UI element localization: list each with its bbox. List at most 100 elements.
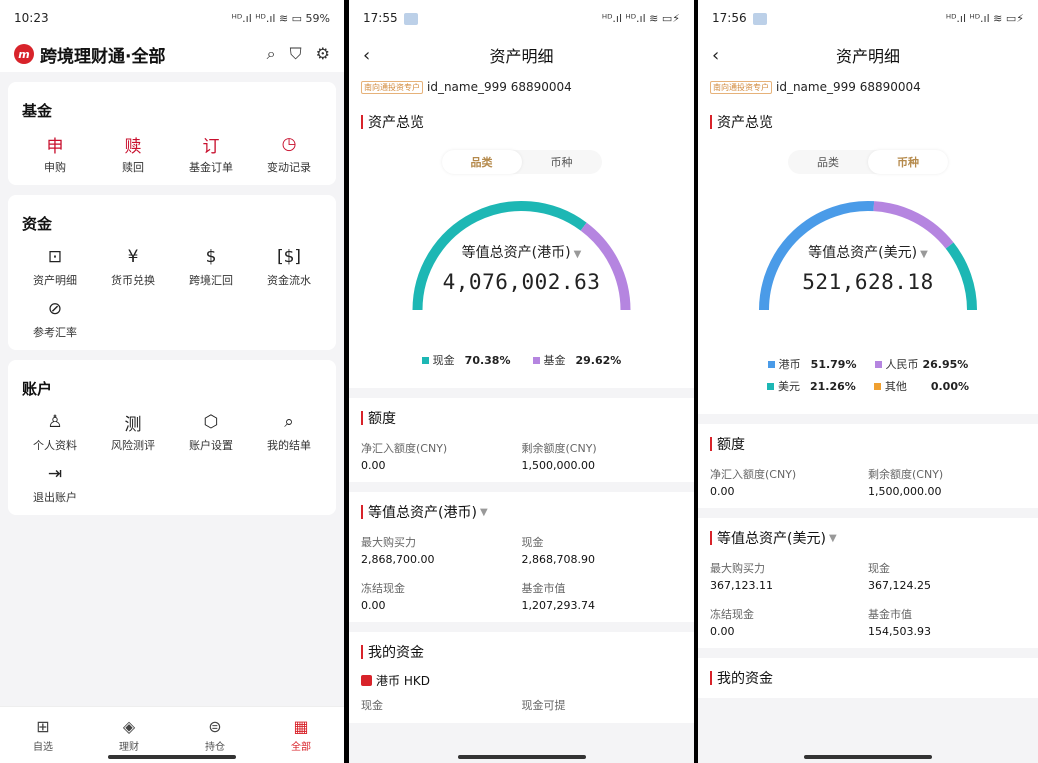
shirt-icon[interactable]: ⛉ xyxy=(290,44,302,64)
fund-subscribe-button[interactable]: 申申购 xyxy=(16,133,94,175)
logout-label: 退出账户 xyxy=(33,491,77,504)
currency-exchange-label: 货币兑换 xyxy=(111,274,155,287)
cross-border-remit-button[interactable]: $ 跨境汇回 xyxy=(172,246,250,288)
tab-watchlist-label: 自选 xyxy=(33,742,53,753)
quota-key: 剩余额度(CNY) xyxy=(521,442,597,455)
equiv-value: 367,124.25 xyxy=(868,579,931,592)
legend-pct: 70.38% xyxy=(464,353,511,367)
settings-hex-icon: ⬡ xyxy=(203,412,219,432)
equiv-value: 367,123.11 xyxy=(710,579,773,592)
statement-search-icon: ⌕ xyxy=(284,412,294,432)
asset-detail-label: 资产明细 xyxy=(33,274,77,287)
caret-down-icon: ▼ xyxy=(920,249,928,260)
tab-wealth-label: 理财 xyxy=(119,742,139,753)
logout-button[interactable]: ⇥ 退出账户 xyxy=(16,463,94,505)
reference-rate-button[interactable]: ⊘ 参考汇率 xyxy=(16,298,94,340)
withdrawable-key: 现金可提 xyxy=(521,699,566,712)
wealth-icon: ◈ xyxy=(122,717,136,736)
fund-orders-button[interactable]: 订基金订单 xyxy=(172,133,250,175)
gallery-icon xyxy=(752,12,767,25)
toggle-category[interactable]: 品类 xyxy=(441,150,522,174)
gauge-label[interactable]: 等值总资产(美元) ▼ xyxy=(710,242,1026,262)
quota-value: 1,500,000.00 xyxy=(868,485,942,498)
section-title: 资产总览 xyxy=(710,112,1026,132)
quota-key: 净汇入额度(CNY) xyxy=(710,468,797,481)
tab-all[interactable]: ▦ 全部 xyxy=(258,707,344,763)
section-title[interactable]: 等值总资产(美元) ▼ xyxy=(710,528,1026,548)
equiv-value: 154,503.93 xyxy=(868,625,931,638)
status-icons: ᴴᴰ.ıl ᴴᴰ.ıl ≋ ▭⚡ xyxy=(601,11,680,25)
account-type-badge: 南向通投资专户 xyxy=(710,80,772,94)
status-bar: 10:23 ᴴᴰ.ıl ᴴᴰ.ıl ≋ ▭ 59% xyxy=(0,0,344,36)
back-icon[interactable]: ‹ xyxy=(712,45,719,66)
legend-name: 现金 xyxy=(432,354,455,367)
gauge-label-text: 等值总资产(港币) xyxy=(461,245,571,261)
equiv-title-text: 等值总资产(美元) xyxy=(717,531,826,547)
toggle-category[interactable]: 品类 xyxy=(788,150,868,174)
account-type-badge: 南向通投资专户 xyxy=(361,80,423,94)
quota-item: 净汇入额度(CNY) 0.00 xyxy=(710,466,868,498)
yuan-exchange-icon: ¥ xyxy=(127,247,139,267)
account-id: id_name_999 68890004 xyxy=(427,80,572,94)
legend-pct: 26.95% xyxy=(922,357,969,371)
asset-detail-button[interactable]: ⊡ 资产明细 xyxy=(16,246,94,288)
gallery-icon xyxy=(403,12,418,25)
fund-history-button[interactable]: ◷ 变动记录 xyxy=(250,133,328,175)
toggle-currency[interactable]: 币种 xyxy=(522,150,602,174)
fund-redeem-button[interactable]: 赎赎回 xyxy=(94,133,172,175)
legend-row-2: 美元 21.26% 其他 0.00% xyxy=(710,378,1026,394)
equiv-key: 冻结现金 xyxy=(361,582,405,595)
view-toggle: 品类 币种 xyxy=(441,150,602,174)
equiv-item: 冻结现金 0.00 xyxy=(361,580,522,612)
account-line: 南向通投资专户 id_name_999 68890004 xyxy=(349,74,694,102)
back-icon[interactable]: ‹ xyxy=(363,45,370,66)
status-bar: 17:56 ᴴᴰ.ıl ᴴᴰ.ıl ≋ ▭⚡ xyxy=(698,0,1038,36)
gauge-segment-1 xyxy=(873,201,954,249)
currency-exchange-button[interactable]: ¥ 货币兑换 xyxy=(94,246,172,288)
tab-watchlist[interactable]: ⊞ 自选 xyxy=(0,707,86,763)
cash-flow-button[interactable]: [$] 资金流水 xyxy=(250,246,328,288)
equiv-key: 基金市值 xyxy=(521,582,566,595)
risk-icon: 测 xyxy=(124,414,142,435)
status-bar: 17:55 ᴴᴰ.ıl ᴴᴰ.ıl ≋ ▭⚡ xyxy=(349,0,694,36)
nav-bar: ‹ 资产明细 xyxy=(349,36,694,74)
my-statements-label: 我的结单 xyxy=(267,439,311,452)
quota-value: 1,500,000.00 xyxy=(521,459,595,472)
legend-swatch xyxy=(421,356,429,364)
equiv-item: 基金市值 1,207,293.74 xyxy=(522,580,683,612)
status-time-text: 17:55 xyxy=(363,11,398,25)
equiv-value: 0.00 xyxy=(710,625,735,638)
account-id: id_name_999 68890004 xyxy=(776,80,921,94)
gauge-label[interactable]: 等值总资产(港币) ▼ xyxy=(361,242,682,262)
quota-section: 额度 净汇入额度(CNY) 0.00 剩余额度(CNY) 1,500,000.00 xyxy=(349,398,694,482)
section-title: 资产总览 xyxy=(361,112,682,132)
risk-assessment-button[interactable]: 测风险测评 xyxy=(94,411,172,453)
status-time: 17:55 xyxy=(363,11,418,25)
section-title[interactable]: 等值总资产(港币) ▼ xyxy=(361,502,682,522)
asset-overview-section: 资产总览 品类 币种 等值总资产(美元) ▼ 521,628.18 港币 51.79… xyxy=(698,102,1038,414)
equiv-key: 最大购买力 xyxy=(361,536,416,549)
legend-swatch xyxy=(767,382,774,390)
search-icon[interactable]: ⌕ xyxy=(267,44,276,64)
account-settings-button[interactable]: ⬡ 账户设置 xyxy=(172,411,250,453)
legend-name: 美元 xyxy=(778,380,800,393)
phone-home-menu: 10:23 ᴴᴰ.ıl ᴴᴰ.ıl ≋ ▭ 59% m 跨境理财通·全部 ⌕ ⛉… xyxy=(0,0,344,763)
statement-dollar-icon: [$] xyxy=(276,247,302,267)
equiv-value: 0.00 xyxy=(361,599,386,612)
my-statements-button[interactable]: ⌕ 我的结单 xyxy=(250,411,328,453)
profile-button[interactable]: ♙ 个人资料 xyxy=(16,411,94,453)
toggle-currency[interactable]: 币种 xyxy=(868,150,948,174)
quota-item: 剩余额度(CNY) 1,500,000.00 xyxy=(522,440,683,472)
settings-icon[interactable]: ⚙ xyxy=(316,44,330,64)
cash-flow-label: 资金流水 xyxy=(267,274,311,287)
quota-item: 剩余额度(CNY) 1,500,000.00 xyxy=(868,466,1026,498)
legend-name: 人民币 xyxy=(885,358,919,371)
cash-card: 资金 ⊡ 资产明细 ¥ 货币兑换 $ 跨境汇回 [$] 资金流水 ⊘ 参考汇率 xyxy=(8,195,336,350)
legend-swatch xyxy=(532,356,540,364)
order-icon: 订 xyxy=(202,136,220,157)
quota-section: 额度 净汇入额度(CNY) 0.00 剩余额度(CNY) 1,500,000.00 xyxy=(698,424,1038,508)
account-settings-label: 账户设置 xyxy=(189,439,233,452)
fund-title: 基金 xyxy=(22,102,53,120)
dollar-icon: $ xyxy=(205,247,217,267)
home-indicator xyxy=(804,755,932,759)
